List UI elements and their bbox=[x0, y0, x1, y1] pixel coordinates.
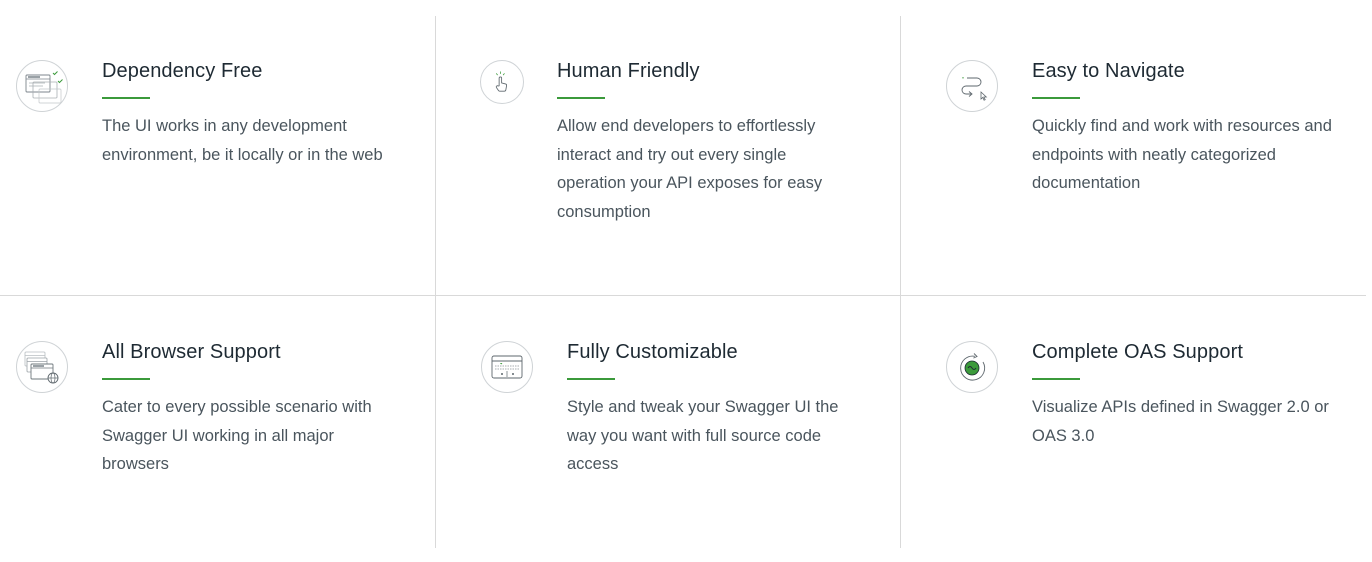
feature-title: All Browser Support bbox=[102, 341, 281, 363]
feature-complete-oas-support: Complete OAS Support Visualize APIs defi… bbox=[901, 296, 1366, 548]
feature-description: Visualize APIs defined in Swagger 2.0 or… bbox=[1032, 398, 1329, 445]
feature-title: Fully Customizable bbox=[567, 341, 738, 363]
feature-dependency-free: Dependency Free The UI works in any deve… bbox=[0, 16, 435, 295]
all-browser-support-icon bbox=[16, 341, 68, 393]
feature-easy-to-navigate: Easy to Navigate Quickly find and work w… bbox=[901, 16, 1366, 295]
feature-all-browser-support: All Browser Support Cater to every possi… bbox=[0, 296, 435, 548]
easy-navigate-icon bbox=[946, 60, 998, 112]
feature-title: Human Friendly bbox=[557, 60, 700, 82]
feature-description: Style and tweak your Swagger UI the way … bbox=[567, 398, 839, 473]
fully-customizable-icon bbox=[481, 341, 533, 393]
title-underline bbox=[1032, 378, 1080, 380]
title-underline bbox=[102, 378, 150, 380]
feature-human-friendly: Human Friendly Allow end developers to e… bbox=[436, 16, 900, 295]
feature-title: Complete OAS Support bbox=[1032, 341, 1243, 363]
title-underline bbox=[567, 378, 615, 380]
title-underline bbox=[1032, 97, 1080, 99]
feature-fully-customizable: Fully Customizable Style and tweak your … bbox=[436, 296, 900, 548]
feature-title: Dependency Free bbox=[102, 60, 263, 82]
title-underline bbox=[557, 97, 605, 99]
title-underline bbox=[102, 97, 150, 99]
human-friendly-icon bbox=[480, 60, 524, 104]
feature-description: Quickly find and work with resources and… bbox=[1032, 117, 1332, 192]
feature-title: Easy to Navigate bbox=[1032, 60, 1185, 82]
features-grid: Dependency Free The UI works in any deve… bbox=[0, 16, 1366, 548]
feature-description: The UI works in any development environm… bbox=[102, 117, 383, 164]
complete-oas-support-icon bbox=[946, 341, 998, 393]
feature-description: Allow end developers to effortlessly int… bbox=[557, 117, 823, 221]
feature-description: Cater to every possible scenario with Sw… bbox=[102, 398, 372, 473]
dependency-free-icon bbox=[16, 60, 68, 112]
